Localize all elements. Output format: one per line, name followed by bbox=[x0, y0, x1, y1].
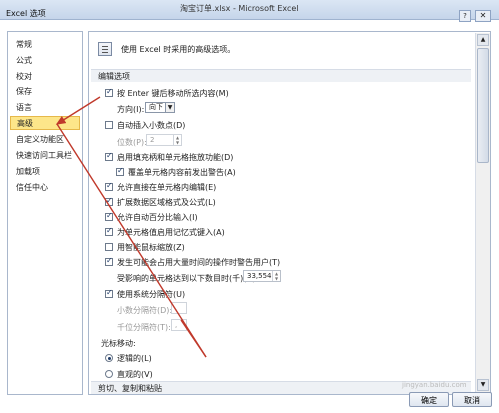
watermark: jingyan.baidu.com bbox=[402, 381, 467, 389]
fill-handle-checkbox[interactable] bbox=[105, 151, 113, 161]
cells-threshold-value: 33,554 bbox=[247, 272, 272, 280]
dialog-title: Excel 选项 bbox=[6, 9, 46, 18]
panel-intro: 使用 Excel 时采用的高级选项。 bbox=[121, 45, 236, 54]
scroll-thumb[interactable] bbox=[477, 48, 489, 163]
options-sidebar: 常规 公式 校对 保存 语言 高级 自定义功能区 快速访问工具栏 加载项 信任中… bbox=[7, 31, 83, 395]
sidebar-item-save[interactable]: 保存 bbox=[10, 85, 80, 99]
overwrite-alert-checkbox[interactable] bbox=[116, 166, 124, 176]
window-title: 淘宝订单.xlsx - Microsoft Excel bbox=[180, 4, 299, 13]
cells-threshold-label: 受影响的单元格达到以下数目时(千)(U): bbox=[117, 274, 259, 283]
system-separator-label: 使用系统分隔符(U) bbox=[117, 290, 186, 299]
cursor-movement-label: 光标移动: bbox=[101, 339, 136, 348]
auto-decimal-label: 自动插入小数点(D) bbox=[117, 121, 186, 130]
sidebar-item-language[interactable]: 语言 bbox=[10, 101, 80, 115]
scroll-down-icon[interactable]: ▼ bbox=[477, 379, 489, 391]
autocomplete-label: 为单元格值启用记忆式键入(A) bbox=[117, 228, 225, 237]
enter-move-checkbox[interactable] bbox=[105, 87, 113, 97]
edit-in-cell-checkbox[interactable] bbox=[105, 181, 113, 191]
scroll-up-icon[interactable]: ▲ bbox=[477, 34, 489, 46]
decimal-separator-label: 小数分隔符(D): bbox=[117, 306, 173, 315]
options-icon bbox=[98, 42, 112, 56]
decimal-separator-input[interactable]: . bbox=[171, 302, 187, 314]
vertical-scrollbar[interactable]: ▲ ▼ bbox=[475, 33, 490, 393]
zoom-roll-checkbox[interactable] bbox=[105, 243, 113, 251]
extend-formats-checkbox[interactable] bbox=[105, 196, 113, 206]
direction-value: 向下 bbox=[149, 103, 163, 111]
sidebar-item-proofing[interactable]: 校对 bbox=[10, 70, 80, 84]
chevron-down-icon: ▼ bbox=[165, 103, 174, 112]
extend-formats-label: 扩展数据区域格式及公式(L) bbox=[117, 198, 216, 207]
direction-label: 方向(I): bbox=[117, 105, 145, 114]
visual-radio-label: 直观的(V) bbox=[117, 370, 153, 379]
sidebar-item-trust-center[interactable]: 信任中心 bbox=[10, 181, 80, 195]
sidebar-item-formulas[interactable]: 公式 bbox=[10, 54, 80, 68]
fill-handle-label: 启用填充柄和单元格拖放功能(D) bbox=[117, 153, 234, 162]
ok-button[interactable]: 确定 bbox=[409, 392, 449, 407]
sidebar-item-quick-access[interactable]: 快速访问工具栏 bbox=[10, 149, 80, 163]
thousands-separator-label: 千位分隔符(T): bbox=[117, 323, 171, 332]
sidebar-item-addins[interactable]: 加载项 bbox=[10, 165, 80, 179]
sidebar-item-advanced[interactable]: 高级 bbox=[10, 116, 80, 130]
places-value: 2 bbox=[150, 136, 155, 144]
spinner-arrows-icon: ▲ ▼ bbox=[173, 135, 181, 145]
sidebar-item-general[interactable]: 常规 bbox=[10, 38, 80, 52]
spinner-arrows-icon: ▲ ▼ bbox=[272, 271, 280, 281]
advanced-options-panel: 使用 Excel 时采用的高级选项。 编辑选项 按 Enter 键后移动所选内容… bbox=[88, 31, 491, 395]
thousands-separator-input[interactable]: , bbox=[171, 319, 187, 331]
close-icon[interactable]: ✕ bbox=[475, 10, 491, 22]
title-bar: 淘宝订单.xlsx - Microsoft Excel Excel 选项 ? ✕ bbox=[0, 0, 499, 22]
places-label: 位数(P): bbox=[117, 138, 147, 147]
auto-decimal-checkbox[interactable] bbox=[105, 121, 113, 129]
autocomplete-checkbox[interactable] bbox=[105, 226, 113, 236]
time-alert-checkbox[interactable] bbox=[105, 256, 113, 266]
thousands-separator-value: , bbox=[175, 321, 178, 329]
sidebar-item-customize-ribbon[interactable]: 自定义功能区 bbox=[10, 133, 80, 147]
system-separator-checkbox[interactable] bbox=[105, 288, 113, 298]
logical-radio-label: 逻辑的(L) bbox=[117, 354, 152, 363]
edit-in-cell-label: 允许直接在单元格内编辑(E) bbox=[117, 183, 217, 192]
places-spinner[interactable]: 2 ▲ ▼ bbox=[146, 134, 182, 146]
visual-radio[interactable] bbox=[105, 370, 113, 378]
auto-percent-label: 允许自动百分比输入(I) bbox=[117, 213, 198, 222]
cancel-button[interactable]: 取消 bbox=[452, 392, 492, 407]
enter-move-label: 按 Enter 键后移动所选内容(M) bbox=[117, 89, 229, 98]
overwrite-alert-label: 覆盖单元格内容前发出警告(A) bbox=[128, 168, 236, 177]
decimal-separator-value: . bbox=[175, 304, 178, 312]
direction-select[interactable]: 向下 ▼ bbox=[145, 102, 175, 113]
cells-threshold-spinner[interactable]: 33,554 ▲ ▼ bbox=[243, 270, 281, 282]
time-alert-label: 发生可能会占用大量时间的操作时警告用户(T) bbox=[117, 258, 281, 267]
section-edit-options: 编辑选项 bbox=[91, 69, 471, 82]
logical-radio[interactable] bbox=[105, 354, 113, 362]
zoom-roll-label: 用智能鼠标缩放(Z) bbox=[117, 243, 185, 252]
help-icon[interactable]: ? bbox=[459, 10, 471, 22]
auto-percent-checkbox[interactable] bbox=[105, 211, 113, 221]
